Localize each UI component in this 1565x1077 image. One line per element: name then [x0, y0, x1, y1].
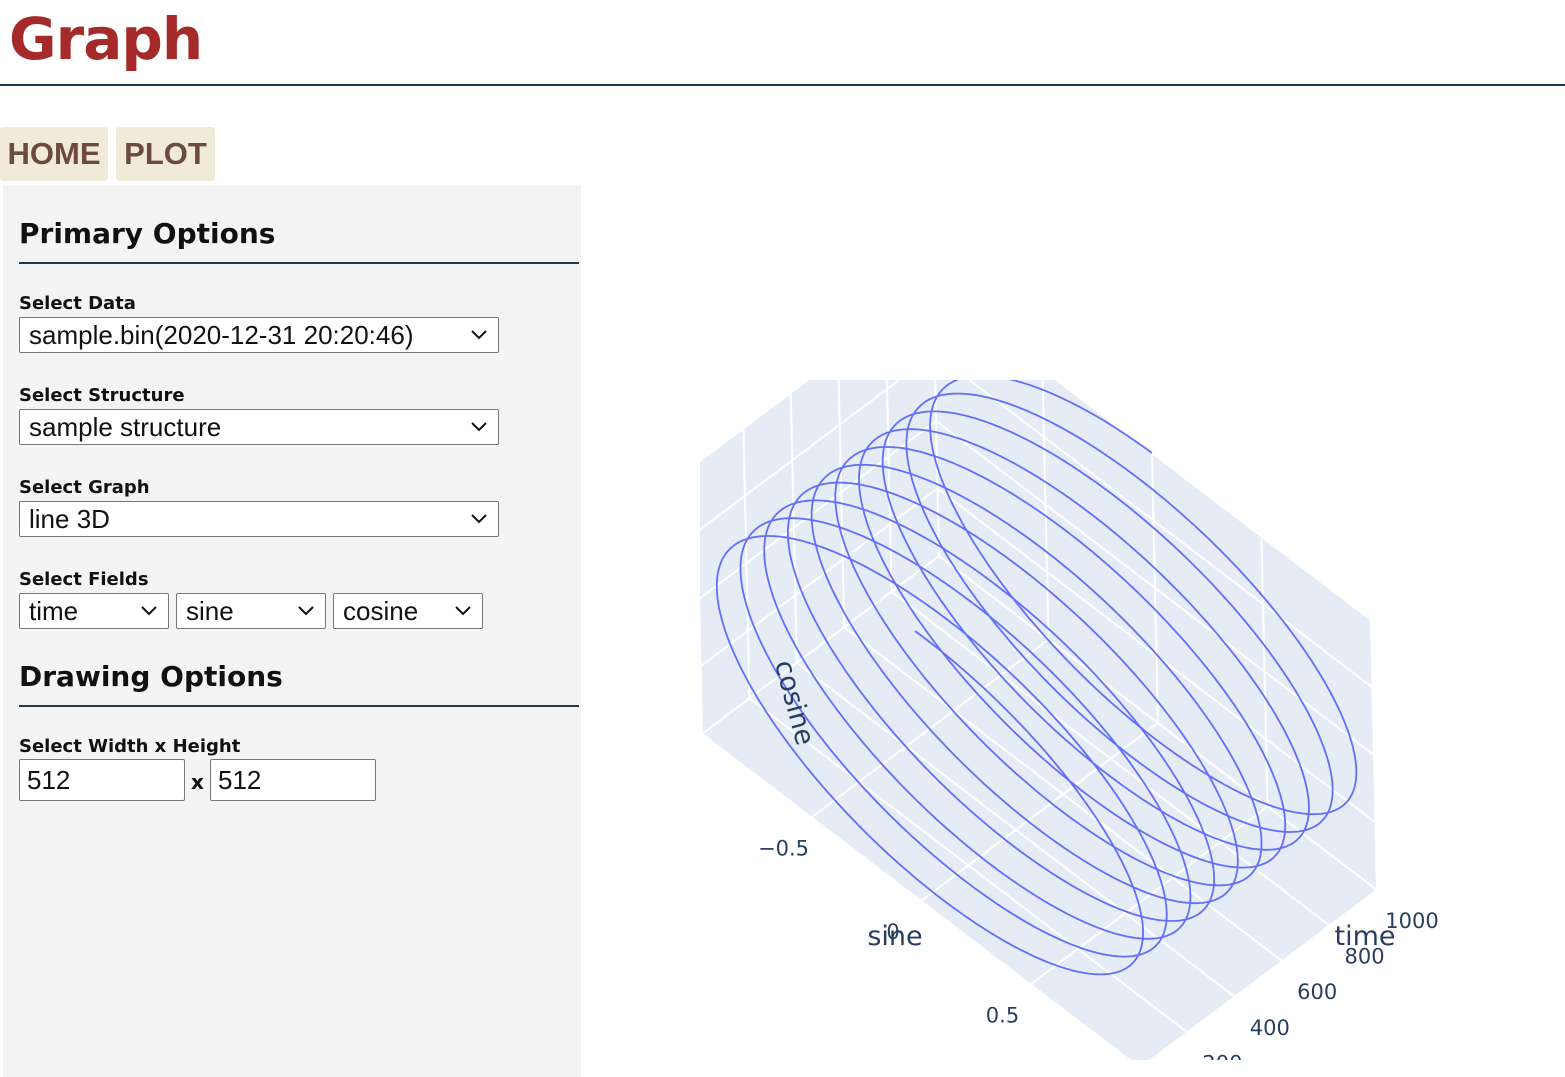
data-select-value: sample.bin(2020-12-31 20:20:46)	[29, 320, 414, 350]
chevron-down-icon	[141, 606, 157, 616]
graph-select-value: line 3D	[29, 504, 110, 534]
structure-select[interactable]: sample structure	[19, 409, 499, 445]
times-sign: x	[191, 770, 204, 794]
z-field-value: cosine	[343, 596, 419, 626]
height-input[interactable]	[210, 759, 376, 801]
y-tick-label: 0.5	[986, 1004, 1019, 1028]
y-axis-title: sine	[867, 921, 922, 952]
x-axis-title: time	[1334, 921, 1395, 952]
x-field-select[interactable]: time	[19, 593, 169, 629]
select-graph-label: Select Graph	[19, 477, 150, 498]
z-field-select[interactable]: cosine	[333, 593, 483, 629]
primary-options-heading: Primary Options	[19, 217, 276, 250]
y-field-select[interactable]: sine	[176, 593, 326, 629]
chevron-down-icon	[455, 606, 471, 616]
chevron-down-icon	[298, 606, 314, 616]
select-fields-label: Select Fields	[19, 569, 149, 590]
graph-select[interactable]: line 3D	[19, 501, 499, 537]
select-data-label: Select Data	[19, 293, 136, 314]
drawing-options-divider	[19, 705, 579, 707]
x-tick-label: 400	[1250, 1016, 1290, 1040]
drawing-options-heading: Drawing Options	[19, 660, 283, 693]
structure-select-value: sample structure	[29, 412, 222, 442]
plot-3d[interactable]: 02004006008001000−1−0.500.51−1−0.500.51 …	[700, 380, 1500, 1060]
x-field-value: time	[29, 596, 79, 626]
width-input[interactable]	[19, 759, 185, 801]
x-tick-label: 200	[1202, 1051, 1242, 1060]
nav-plot-button[interactable]: PLOT	[116, 127, 215, 181]
primary-options-divider	[19, 262, 579, 264]
title-divider	[0, 84, 1565, 86]
page-title: Graph	[9, 5, 203, 73]
y-tick-label: −0.5	[758, 837, 809, 861]
x-tick-label: 600	[1297, 980, 1337, 1004]
select-structure-label: Select Structure	[19, 385, 185, 406]
y-field-value: sine	[186, 596, 234, 626]
chevron-down-icon	[471, 514, 487, 524]
select-size-label: Select Width x Height	[19, 736, 241, 757]
nav-home-button[interactable]: HOME	[0, 127, 108, 181]
data-select[interactable]: sample.bin(2020-12-31 20:20:46)	[19, 317, 499, 353]
chevron-down-icon	[471, 330, 487, 340]
chevron-down-icon	[471, 422, 487, 432]
